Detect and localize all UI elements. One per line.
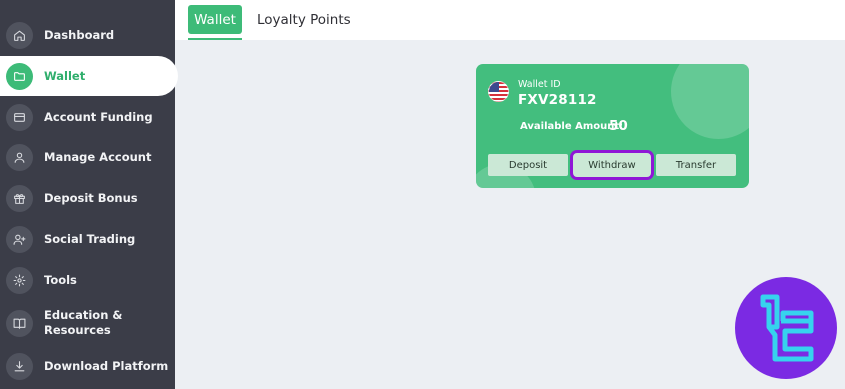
- sidebar-item-tools[interactable]: Tools: [0, 260, 175, 300]
- us-flag-icon: [488, 81, 509, 102]
- sidebar-item-label: Download Platform: [44, 358, 169, 373]
- folder-icon: [6, 62, 33, 90]
- sidebar-item-social-trading[interactable]: Social Trading: [0, 219, 175, 259]
- sidebar-item-label: Deposit Bonus: [44, 190, 138, 205]
- card-decoration: [671, 64, 749, 139]
- sidebar-item-download-platform[interactable]: Download Platform: [0, 346, 175, 386]
- sidebar-item-label: Dashboard: [44, 27, 115, 42]
- tab-bar: Wallet Loyalty Points: [175, 0, 845, 40]
- sidebar-item-label: Wallet: [44, 68, 86, 83]
- sidebar-item-label: Account Funding: [44, 109, 153, 124]
- tab-wallet[interactable]: Wallet: [188, 5, 242, 34]
- logo-mark-icon: [760, 294, 814, 362]
- sidebar-item-label: Social Trading: [44, 231, 136, 246]
- sidebar-item-manage-account[interactable]: Manage Account: [0, 137, 175, 177]
- sidebar-item-account-funding[interactable]: Account Funding: [0, 97, 175, 137]
- user-plus-icon: [6, 225, 33, 253]
- withdraw-button[interactable]: Withdraw: [570, 150, 654, 180]
- sidebar-item-label: Tools: [44, 272, 77, 287]
- gift-icon: [6, 184, 33, 212]
- sidebar-item-education-resources[interactable]: Education & Resources: [0, 303, 175, 343]
- transfer-button[interactable]: Transfer: [656, 154, 736, 176]
- wallet-card: Wallet ID FXV28112 Available Amount: 50 …: [476, 64, 749, 188]
- sidebar-item-dashboard[interactable]: Dashboard: [0, 15, 175, 55]
- sidebar-item-wallet[interactable]: Wallet: [0, 56, 178, 96]
- sidebar-item-label: Education & Resources: [44, 308, 123, 337]
- download-icon: [6, 352, 33, 380]
- deposit-button[interactable]: Deposit: [488, 154, 568, 176]
- available-amount-label: Available Amount:: [520, 121, 624, 132]
- wallet-id-value: FXV28112: [518, 92, 597, 108]
- tab-loyalty-points[interactable]: Loyalty Points: [257, 5, 351, 34]
- card-icon: [6, 103, 33, 131]
- gear-icon: [6, 266, 33, 294]
- sidebar-item-deposit-bonus[interactable]: Deposit Bonus: [0, 178, 175, 218]
- book-icon: [6, 309, 33, 337]
- brand-logo: [735, 277, 837, 379]
- active-tab-indicator: [188, 38, 242, 40]
- home-icon: [6, 21, 33, 49]
- wallet-id-label: Wallet ID: [518, 79, 561, 90]
- user-icon: [6, 143, 33, 171]
- available-amount-value: 50: [609, 118, 628, 134]
- sidebar: Dashboard Wallet Account Funding Manage …: [0, 0, 178, 389]
- sidebar-item-label: Manage Account: [44, 149, 152, 164]
